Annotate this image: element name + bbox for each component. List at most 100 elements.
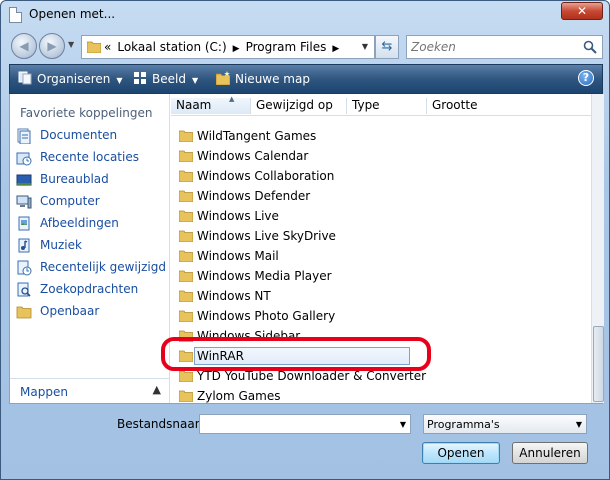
filetype-value: Programma's <box>427 418 500 431</box>
filetype-select[interactable]: Programma's ▼ <box>423 414 587 434</box>
file-name: YTD YouTube Downloader & Converter <box>197 369 427 383</box>
document-icon <box>9 7 22 23</box>
file-row[interactable]: Windows Live SkyDrive <box>171 226 431 246</box>
new-folder-button[interactable]: Nieuwe map <box>216 71 310 87</box>
sidebar-item-label: Muziek <box>40 238 82 252</box>
filename-dropdown-icon[interactable]: ▼ <box>400 420 406 429</box>
file-row[interactable]: Windows NT <box>171 286 431 306</box>
sidebar-item-pictures[interactable]: Afbeeldingen <box>16 214 166 234</box>
sidebar-item-desktop[interactable]: Bureaublad <box>16 170 166 190</box>
command-bar: Organiseren ▼ Beeld ▼ Nieuwe map ? <box>9 64 603 94</box>
organize-label: Organiseren <box>37 72 111 86</box>
documents-icon <box>17 128 31 144</box>
column-headers: ▲ Naam Gewijzigd op Type Grootte <box>171 94 591 116</box>
view-label: Beeld <box>152 72 186 86</box>
navigation-bar: ◀ ▶ ▼ « Lokaal station (C:) ▶ Program Files… <box>9 31 603 59</box>
folders-toggle[interactable]: Mappen ▲ <box>10 378 169 403</box>
sidebar-item-label: Computer <box>40 194 100 208</box>
sidebar-item-label: Zoekopdrachten <box>40 282 139 296</box>
folder-icon <box>179 230 193 242</box>
sidebar-item-computer[interactable]: Computer <box>16 192 166 212</box>
file-name: Zylom Games <box>197 389 281 403</box>
folder-icon <box>179 170 193 182</box>
file-row[interactable]: Windows Calendar <box>171 146 431 166</box>
sidebar-item-recently-changed[interactable]: Recentelijk gewijzigd <box>16 258 166 278</box>
file-row[interactable]: Windows Defender <box>171 186 431 206</box>
back-button[interactable]: ◀ <box>11 33 37 59</box>
folders-label: Mappen <box>20 385 68 399</box>
file-row[interactable]: Windows Media Player <box>171 266 431 286</box>
column-header-name[interactable]: ▲ Naam <box>171 95 251 114</box>
file-name: Windows Media Player <box>197 269 332 283</box>
folder-icon <box>179 390 193 402</box>
column-header-modified[interactable]: Gewijzigd op <box>251 98 347 114</box>
navigation-pane: Favoriete koppelingen Documenten Recente… <box>10 94 170 403</box>
view-icon <box>134 72 146 84</box>
vertical-scrollbar[interactable] <box>591 94 604 403</box>
file-row[interactable]: Zylom Games <box>171 386 431 403</box>
column-header-label: Naam <box>176 98 212 112</box>
music-icon <box>18 238 30 253</box>
file-name: Windows Sidebar <box>197 329 301 343</box>
sidebar-item-music[interactable]: Muziek <box>16 236 166 256</box>
file-name: Windows Mail <box>197 249 279 263</box>
folder-icon <box>179 330 193 342</box>
file-row[interactable]: Windows Mail <box>171 246 431 266</box>
file-row[interactable]: WildTangent Games <box>171 126 431 146</box>
breadcrumb-separator-icon[interactable]: ▶ <box>332 44 339 54</box>
breadcrumb-item-program-files[interactable]: Program Files <box>246 40 327 54</box>
file-name: WinRAR <box>194 347 410 365</box>
view-menu[interactable]: Beeld ▼ <box>133 71 198 87</box>
open-with-dialog: Openen met... ✕ ◀ ▶ ▼ « Lokaal station (C… <box>0 0 610 480</box>
breadcrumb-item-drive[interactable]: Lokaal station (C:) <box>117 40 226 54</box>
forward-button[interactable]: ▶ <box>39 33 65 59</box>
sidebar-item-recent-places[interactable]: Recente locaties <box>16 148 166 168</box>
breadcrumb-separator-icon[interactable]: ▶ <box>233 44 240 54</box>
cancel-button[interactable]: Annuleren <box>512 442 588 464</box>
column-header-type[interactable]: Type <box>347 98 427 114</box>
search-box[interactable] <box>406 35 603 59</box>
recent-places-icon <box>16 152 32 166</box>
folder-icon <box>179 150 193 162</box>
file-row[interactable]: WinRAR <box>171 346 431 366</box>
scrollbar-thumb[interactable] <box>593 326 604 402</box>
file-row[interactable]: Windows Photo Gallery <box>171 306 431 326</box>
sort-ascending-icon: ▲ <box>229 95 235 103</box>
recent-pages-dropdown-icon[interactable]: ▼ <box>68 40 74 49</box>
file-name: Windows Defender <box>197 189 311 203</box>
breadcrumb: « Lokaal station (C:) ▶ Program Files ▶ <box>104 40 345 54</box>
sidebar-item-label: Recentelijk gewijzigd <box>40 260 166 274</box>
close-button[interactable]: ✕ <box>561 2 603 20</box>
sidebar-item-label: Bureaublad <box>40 172 109 186</box>
chevron-up-icon: ▲ <box>152 383 161 396</box>
help-icon[interactable]: ? <box>578 70 594 86</box>
sidebar-item-documents[interactable]: Documenten <box>16 126 166 146</box>
new-folder-label: Nieuwe map <box>235 72 310 86</box>
folder-icon <box>179 190 193 202</box>
open-button[interactable]: Openen <box>422 442 500 464</box>
breadcrumb-overflow[interactable]: « <box>104 40 111 54</box>
filename-label: Bestandsnaam: <box>117 417 211 431</box>
search-icon[interactable] <box>583 40 597 54</box>
search-input[interactable] <box>411 39 576 55</box>
file-row[interactable]: Windows Collaboration <box>171 166 431 186</box>
filename-combobox[interactable]: ▼ <box>199 414 411 434</box>
address-bar[interactable]: « Lokaal station (C:) ▶ Program Files ▶ ▼ <box>81 35 375 59</box>
content-pane: Favoriete koppelingen Documenten Recente… <box>9 94 604 404</box>
filename-input[interactable] <box>203 417 393 431</box>
refresh-icon: ⇆ <box>381 39 393 54</box>
sidebar-item-searches[interactable]: Zoekopdrachten <box>16 280 166 300</box>
file-row[interactable]: Windows Live <box>171 206 431 226</box>
file-row[interactable]: YTD YouTube Downloader & Converter <box>171 366 431 386</box>
column-header-size[interactable]: Grootte <box>427 98 507 114</box>
favorite-links-heading: Favoriete koppelingen <box>20 106 153 120</box>
organize-menu[interactable]: Organiseren ▼ <box>18 71 123 87</box>
sidebar-item-public[interactable]: Openbaar <box>16 302 166 322</box>
filetype-dropdown-icon: ▼ <box>575 420 582 429</box>
sidebar-item-label: Openbaar <box>40 304 100 318</box>
folder-icon <box>179 130 193 142</box>
folder-icon <box>179 350 193 362</box>
address-dropdown-icon[interactable]: ▼ <box>362 42 368 51</box>
refresh-button[interactable]: ⇆ <box>375 35 399 59</box>
file-row[interactable]: Windows Sidebar <box>171 326 431 346</box>
